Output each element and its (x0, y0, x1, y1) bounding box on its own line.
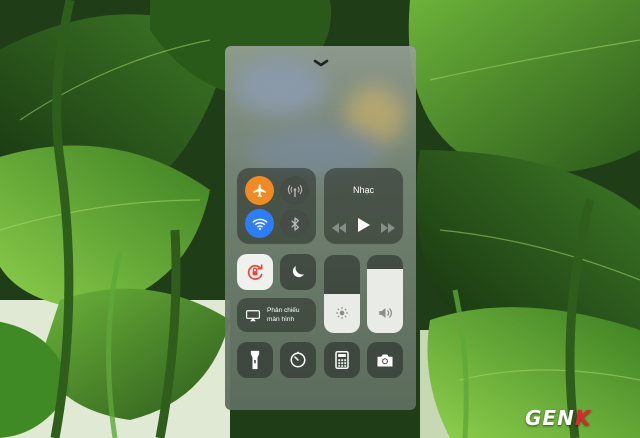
connectivity-module (237, 168, 316, 244)
calculator-icon (335, 351, 349, 369)
camera-button[interactable] (367, 342, 403, 378)
play-button[interactable] (357, 217, 371, 238)
do-not-disturb-button[interactable] (280, 254, 316, 290)
wifi-button[interactable] (245, 209, 274, 238)
flashlight-icon (250, 350, 260, 370)
antenna-icon (287, 184, 302, 197)
timer-icon (290, 351, 306, 368)
timer-button[interactable] (280, 342, 316, 378)
previous-track-icon[interactable] (332, 220, 346, 238)
play-icon (358, 218, 370, 232)
moon-icon (292, 266, 304, 278)
rotation-lock-icon (247, 264, 263, 280)
genk-watermark-logo: GENK (525, 406, 592, 430)
next-track-icon[interactable] (381, 220, 395, 238)
rotation-lock-button[interactable] (237, 254, 273, 290)
camera-icon (377, 354, 393, 366)
cellular-data-button[interactable] (280, 176, 309, 205)
calculator-button[interactable] (324, 342, 360, 378)
bluetooth-button[interactable] (280, 209, 309, 238)
speaker-icon (378, 306, 393, 325)
music-title: Nhạc (352, 185, 374, 195)
volume-slider[interactable] (367, 255, 403, 333)
dismiss-chevron-icon[interactable] (308, 56, 334, 70)
flashlight-button[interactable] (237, 342, 273, 378)
music-module[interactable]: Nhạc (324, 168, 403, 244)
airplay-icon (246, 309, 260, 327)
airplane-icon (252, 183, 266, 197)
screen-mirroring-label: Phản chiếu màn hình (267, 307, 300, 323)
airplane-mode-button[interactable] (245, 176, 274, 205)
screen-mirroring-button[interactable]: Phản chiếu màn hình (237, 298, 316, 332)
bluetooth-icon (290, 216, 299, 231)
control-center-panel: Nhạc Phản chiếu màn hình (225, 46, 416, 410)
brightness-icon (335, 306, 349, 325)
brightness-slider[interactable] (324, 255, 360, 333)
wifi-icon (252, 218, 267, 230)
